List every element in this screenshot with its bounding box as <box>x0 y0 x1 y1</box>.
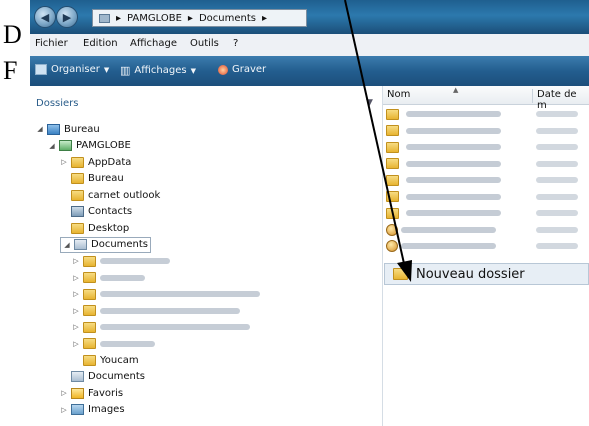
annotation-arrow <box>344 0 412 282</box>
arrow-shaft <box>344 0 406 269</box>
arrow-head-icon <box>397 260 412 282</box>
